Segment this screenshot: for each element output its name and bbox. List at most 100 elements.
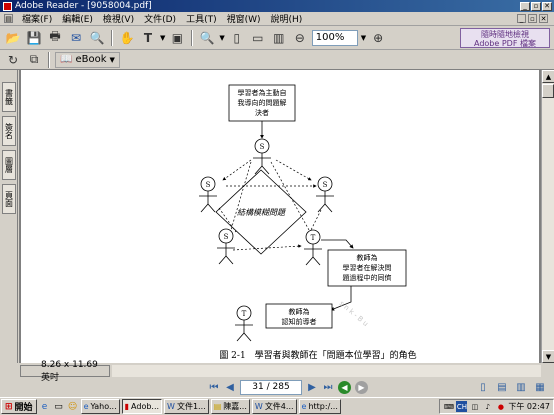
task-button-http[interactable]: e http:/... <box>298 399 341 414</box>
page-size-indicator: 8.26 x 11.69 英吋 <box>20 360 110 383</box>
previous-view-icon[interactable]: ◀ <box>338 380 351 394</box>
word-icon: W <box>254 402 263 411</box>
rotate-icon[interactable]: ↻ <box>4 51 22 69</box>
zoom-plus-icon[interactable]: ⊕ <box>369 29 387 47</box>
first-page-icon[interactable]: ⏮ <box>206 379 222 395</box>
scroll-up-icon[interactable]: ▲ <box>542 70 554 83</box>
adobe-reader-icon <box>3 1 12 11</box>
chevron-down-icon[interactable]: ▼ <box>361 34 366 42</box>
last-page-icon[interactable]: ⏭ <box>320 379 336 395</box>
document-area[interactable]: 學習者為主動自 我導向的問題解 決者 結構模糊問題 S S S S T 教師為 … <box>19 70 541 363</box>
task-label: 文件1... <box>176 402 206 411</box>
task-button-document4[interactable]: W 文件4... <box>251 399 297 414</box>
arrow-to-peer-box <box>321 239 354 249</box>
save-icon[interactable]: 💾 <box>25 29 43 47</box>
ie-icon[interactable]: e <box>39 401 51 413</box>
diagram: 學習者為主動自 我導向的問題解 決者 結構模糊問題 S S S S T 教師為 … <box>199 84 417 361</box>
menu-window[interactable]: 視窗(W) <box>222 12 266 25</box>
single-page-icon[interactable]: ▯ <box>475 379 491 395</box>
peer-box-line-1: 教師為 <box>357 253 378 262</box>
snapshot-icon[interactable]: ▣ <box>168 29 186 47</box>
system-tray: ⌨ CH ◫ ♪ ● 下午 02:47 <box>439 399 554 414</box>
actual-size-icon[interactable]: ▯ <box>228 29 246 47</box>
promo-line-2: Adobe PDF 檔案 <box>474 39 536 48</box>
student-letter: S <box>224 233 229 241</box>
document-icon[interactable]: ▤ <box>4 14 13 23</box>
page-navigation-bar: ⏮ ◀ 31 / 285 ▶ ⏭ ◀ ▶ ▯ ▤ ▥ ▦ <box>0 377 554 397</box>
word-icon: W <box>167 402 175 411</box>
next-page-icon[interactable]: ▶ <box>304 379 320 395</box>
email-icon[interactable]: ✉ <box>67 29 85 47</box>
open-folder-icon[interactable]: 📂 <box>4 29 22 47</box>
taskbar: ⊞ 開始 e ▭ ☺ e Yaho... ▮ Adob... W 文件1... … <box>0 397 554 415</box>
continuous-icon[interactable]: ▤ <box>494 379 510 395</box>
task-button-yahoo[interactable]: e Yaho... <box>80 399 120 414</box>
zoom-input[interactable]: 100% <box>311 29 358 46</box>
volume-icon[interactable]: ♪ <box>482 401 493 412</box>
menu-tools[interactable]: 工具(T) <box>181 12 222 25</box>
close-button[interactable]: ✕ <box>542 1 552 11</box>
ime-icon[interactable]: CH <box>456 401 468 412</box>
top-box-line-1: 學習者為主動自 <box>238 88 287 97</box>
windows-logo-icon: ⊞ <box>5 401 13 412</box>
chevron-down-icon: ▼ <box>109 55 115 64</box>
task-label: Adob... <box>131 402 160 411</box>
title-bar: Adobe Reader - [9058004.pdf] _ ▫ ✕ <box>0 0 554 12</box>
previous-page-icon[interactable]: ◀ <box>222 379 238 395</box>
peer-box-line-3: 題過程中的同儕 <box>343 273 392 282</box>
ebook-button[interactable]: 📖 eBook ▼ <box>55 51 120 68</box>
chevron-down-icon[interactable]: ▼ <box>219 34 224 42</box>
start-button[interactable]: ⊞ 開始 <box>1 399 37 414</box>
student-letter: S <box>260 143 265 151</box>
scroll-thumb[interactable] <box>542 84 554 98</box>
doc-restore-button[interactable]: ▫ <box>528 14 537 23</box>
desktop-icon[interactable]: ▭ <box>53 401 65 413</box>
secondary-toolbar: ↻ ⧉ 📖 eBook ▼ <box>0 50 554 70</box>
task-button-document1[interactable]: W 文件1... <box>164 399 209 414</box>
minimize-button[interactable]: _ <box>520 1 530 11</box>
network-icon[interactable]: ◫ <box>469 401 480 412</box>
search-icon[interactable]: 🔍 <box>88 29 106 47</box>
keyboard-icon[interactable]: ⌨ <box>443 401 454 412</box>
security-icon[interactable]: ● <box>495 401 506 412</box>
doc-minimize-button[interactable]: _ <box>517 14 526 23</box>
tab-bookmarks[interactable]: 書籤 <box>2 82 16 112</box>
promo-box[interactable]: 隨時隨地檢視 Adobe PDF 檔案 <box>460 28 550 48</box>
zoom-in-icon[interactable]: 🔍 <box>198 29 216 47</box>
menu-file[interactable]: 檔案(F) <box>17 12 57 25</box>
doc-close-button[interactable]: ✕ <box>539 14 548 23</box>
fit-page-icon[interactable]: ▭ <box>249 29 267 47</box>
menu-view[interactable]: 檢視(V) <box>98 12 139 25</box>
tab-pages[interactable]: 頁面 <box>2 184 16 214</box>
messenger-icon[interactable]: ☺ <box>67 401 79 413</box>
menu-document[interactable]: 文件(D) <box>139 12 181 25</box>
horizontal-scrollbar[interactable] <box>112 365 541 377</box>
task-label: 文件4... <box>264 402 294 411</box>
menu-help[interactable]: 說明(H) <box>266 12 308 25</box>
menu-bar: ▤ 檔案(F) 編輯(E) 檢視(V) 文件(D) 工具(T) 視窗(W) 說明… <box>0 12 554 26</box>
pages-icon[interactable]: ⧉ <box>25 51 43 69</box>
folder-icon: ▤ <box>213 402 222 411</box>
task-label: http:/... <box>308 402 338 411</box>
hand-tool-icon[interactable]: ✋ <box>118 29 136 47</box>
vertical-scrollbar[interactable]: ▲ ▼ <box>541 70 554 363</box>
text-select-icon[interactable]: T <box>139 29 157 47</box>
zoom-out-icon[interactable]: ⊖ <box>291 29 309 47</box>
task-button-adobe[interactable]: ▮ Adob... <box>121 399 163 414</box>
task-button-chen[interactable]: ▤ 陳嘉... <box>210 399 250 414</box>
continuous-facing-icon[interactable]: ▦ <box>532 379 548 395</box>
maximize-button[interactable]: ▫ <box>531 1 541 11</box>
tab-signatures[interactable]: 簽名 <box>2 116 16 146</box>
scroll-down-icon[interactable]: ▼ <box>542 350 554 363</box>
facing-icon[interactable]: ▥ <box>513 379 529 395</box>
window-title: Adobe Reader - [9058004.pdf] <box>15 1 152 11</box>
chevron-down-icon[interactable]: ▼ <box>160 34 165 42</box>
tab-layers[interactable]: 圖層 <box>2 150 16 180</box>
next-view-icon[interactable]: ▶ <box>355 380 368 394</box>
print-icon[interactable]: 🖶 <box>46 29 64 47</box>
menu-edit[interactable]: 編輯(E) <box>57 12 98 25</box>
start-label: 開始 <box>14 403 33 413</box>
task-label: Yaho... <box>90 402 117 411</box>
page-number-input[interactable]: 31 / 285 <box>240 379 302 395</box>
fit-width-icon[interactable]: ▥ <box>270 29 288 47</box>
